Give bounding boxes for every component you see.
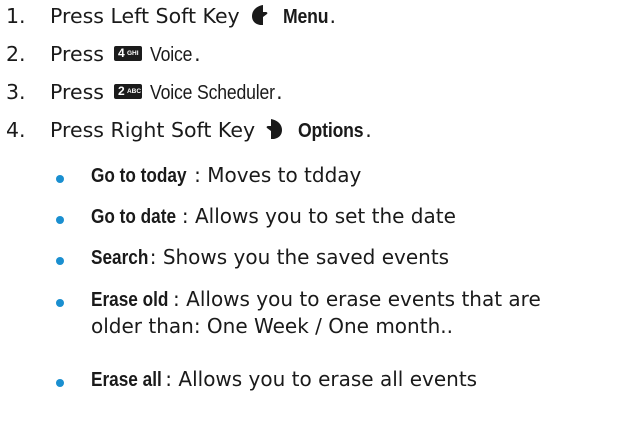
key-digit: 4 [117, 46, 125, 60]
option-term: Search [91, 247, 149, 269]
option-term: Erase old [91, 289, 169, 311]
left-soft-key-icon [252, 5, 268, 25]
option-term: Go to date [91, 206, 177, 228]
instructions-document: 1. Press Left Soft Key Menu. 2. Press 4 GHI V… [0, 0, 618, 430]
option-description: : Moves to tdday [194, 163, 362, 187]
bullet-icon [56, 299, 64, 307]
options-label: Options [298, 119, 364, 142]
option-erase-old: Erase old: Allows you to erase events th… [91, 286, 541, 339]
step-4: 4. Press Right Soft Key Options. [6, 117, 372, 144]
step-text: Press [50, 80, 104, 104]
step-text: Press [50, 42, 104, 66]
step-2: 2. Press 4 GHI Voice. [6, 41, 201, 68]
key-digit: 2 [117, 84, 125, 98]
step-text: Press Right Soft Key [50, 118, 256, 142]
voice-label: Voice [149, 43, 193, 66]
bullet-icon [56, 257, 64, 265]
right-soft-key-icon [266, 119, 282, 139]
step-number: 4. [6, 118, 26, 142]
option-term: Erase all [91, 369, 162, 391]
key-letters: GHI [126, 50, 139, 57]
bullet-icon [56, 216, 64, 224]
step-1: 1. Press Left Soft Key Menu. [6, 3, 336, 30]
option-description: : Allows you to set the date [181, 204, 456, 228]
option-go-to-today: Go to today : Moves to tdday [91, 162, 361, 189]
step-suffix: . [365, 118, 372, 142]
option-term: Go to today [91, 165, 187, 187]
option-search: Search: Shows you the saved events [91, 244, 449, 271]
step-text: Press Left Soft Key [50, 4, 240, 28]
step-suffix: . [276, 80, 283, 104]
bullet-icon [56, 379, 64, 387]
key-letters: ABC [126, 88, 142, 95]
step-suffix: . [329, 4, 337, 28]
option-description: : Allows you to erase events that are [173, 287, 541, 311]
voice-scheduler-label: Voice Scheduler [149, 81, 275, 104]
step-number: 2. [6, 42, 26, 66]
key-4-icon: 4 GHI [113, 46, 142, 61]
option-description: : Allows you to erase all events [165, 367, 478, 391]
step-number: 1. [6, 4, 26, 28]
option-go-to-date: Go to date: Allows you to set the date [91, 203, 456, 230]
menu-label: Menu [282, 5, 329, 28]
option-erase-all: Erase all: Allows you to erase all event… [91, 366, 477, 393]
option-description: : Shows you the saved events [149, 245, 450, 269]
bullet-icon [56, 175, 64, 183]
step-suffix: . [194, 42, 201, 66]
step-3: 3. Press 2 ABC Voice Scheduler. [6, 79, 283, 106]
key-2-icon: 2 ABC [113, 84, 142, 99]
step-number: 3. [6, 80, 26, 104]
option-description-line2: older than: One Week / One month.. [91, 314, 453, 338]
